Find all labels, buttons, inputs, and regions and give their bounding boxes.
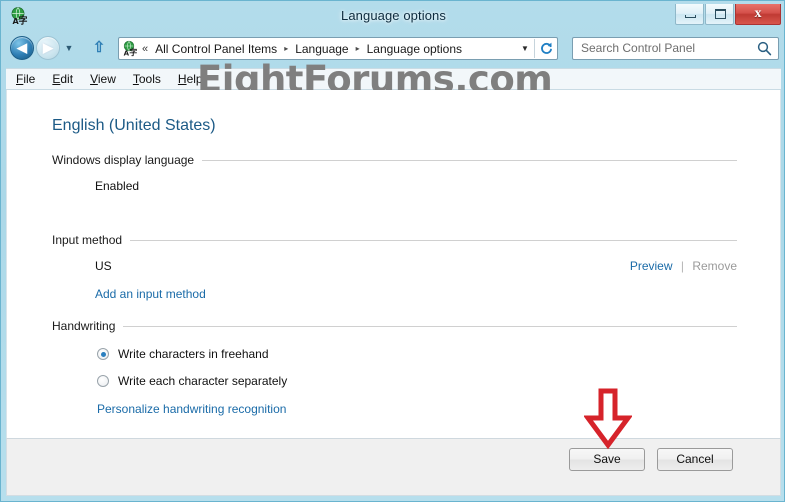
menu-label-rest: ile: [23, 72, 36, 86]
content-panel: English (United States) Windows display …: [6, 90, 781, 438]
section-title: Windows display language: [52, 153, 195, 167]
dialog-button-bar: Save Cancel: [6, 438, 781, 496]
menu-item-help[interactable]: Help: [178, 72, 203, 86]
minimize-button[interactable]: [675, 4, 704, 25]
radio-option-freehand[interactable]: Write characters in freehand: [97, 347, 737, 361]
breadcrumb-all-control-panel-items[interactable]: All Control Panel Items: [152, 40, 280, 58]
close-button[interactable]: x: [735, 4, 781, 25]
forward-arrow-icon: ▶: [43, 40, 53, 55]
section-header: Handwriting: [52, 318, 737, 334]
section-input-method: Input method US Preview | Remove Add an …: [52, 232, 737, 301]
back-arrow-icon: ◀: [17, 40, 27, 55]
breadcrumb-language-options[interactable]: Language options: [364, 40, 465, 58]
section-divider: [130, 239, 737, 241]
personalize-handwriting-row: Personalize handwriting recognition: [97, 402, 737, 416]
personalize-handwriting-link[interactable]: Personalize handwriting recognition: [97, 402, 286, 416]
input-method-name: US: [95, 259, 112, 273]
display-language-status: Enabled: [95, 179, 140, 193]
chevron-down-icon[interactable]: ▼: [516, 44, 534, 53]
search-box[interactable]: Search Control Panel: [572, 37, 779, 60]
menu-label-rest: iew: [97, 72, 116, 86]
breadcrumb-language[interactable]: Language: [292, 40, 351, 58]
back-button[interactable]: ◀: [10, 36, 34, 60]
menu-item-file[interactable]: File: [16, 72, 35, 86]
preview-link[interactable]: Preview: [630, 259, 673, 273]
title-bar: A 字 Language options x: [2, 2, 785, 30]
refresh-button[interactable]: [535, 41, 557, 56]
radio-button-separate[interactable]: [97, 375, 109, 387]
minimize-icon: [685, 15, 696, 18]
search-icon: [756, 40, 773, 57]
radio-option-separate[interactable]: Write each character separately: [97, 374, 737, 388]
input-method-actions: Preview | Remove: [630, 259, 737, 273]
radio-label-freehand: Write characters in freehand: [118, 347, 269, 361]
action-separator: |: [680, 259, 684, 273]
input-method-row: US Preview | Remove: [52, 259, 737, 275]
maximize-icon: [715, 9, 726, 19]
address-language-icon: A 字: [121, 40, 141, 57]
add-input-method-row: Add an input method: [95, 287, 737, 301]
section-title: Input method: [52, 233, 123, 247]
window-title: Language options: [341, 8, 446, 23]
cancel-button[interactable]: Cancel: [657, 448, 733, 471]
close-icon: x: [754, 6, 762, 21]
menu-item-view[interactable]: View: [90, 72, 116, 86]
window-controls: x: [674, 4, 781, 26]
menu-item-tools[interactable]: Tools: [133, 72, 161, 86]
section-header: Input method: [52, 232, 737, 248]
section-divider: [123, 325, 737, 327]
up-one-level-button[interactable]: ⇧: [90, 39, 108, 57]
svg-text:字: 字: [129, 47, 137, 57]
breadcrumb-separator-icon: ▸: [284, 44, 289, 53]
section-display-language: Windows display language Enabled: [52, 152, 737, 195]
add-input-method-link[interactable]: Add an input method: [95, 287, 206, 301]
section-divider: [202, 159, 737, 161]
section-handwriting: Handwriting Write characters in freehand…: [52, 318, 737, 416]
menu-access-key: H: [177, 72, 187, 86]
forward-button[interactable]: ▶: [36, 36, 60, 60]
remove-link: Remove: [692, 259, 737, 273]
window-frame: A 字 Language options x ◀ ▶ ▼ ⇧ A 字 « All…: [0, 0, 785, 502]
page-title: English (United States): [52, 117, 216, 134]
language-globe-icon: A 字: [9, 6, 29, 26]
recent-locations-button[interactable]: ▼: [63, 43, 75, 53]
breadcrumb-separator-icon: ▸: [355, 44, 360, 53]
menu-label-rest: dit: [60, 72, 74, 86]
menu-bar: File Edit View Tools Help: [6, 68, 781, 90]
maximize-button[interactable]: [705, 4, 734, 25]
save-button[interactable]: Save: [569, 448, 645, 471]
radio-button-freehand[interactable]: [97, 348, 109, 360]
radio-label-separate: Write each character separately: [118, 374, 288, 388]
section-title: Handwriting: [52, 319, 116, 333]
menu-label-rest: elp: [186, 72, 203, 86]
address-bar[interactable]: A 字 « All Control Panel Items ▸ Language…: [118, 37, 558, 60]
navigation-bar: ◀ ▶ ▼ ⇧ A 字 « All Control Panel Items ▸ …: [2, 32, 785, 64]
search-input[interactable]: Search Control Panel: [581, 38, 695, 59]
breadcrumb-overflow-chevron[interactable]: «: [141, 43, 152, 55]
menu-item-edit[interactable]: Edit: [52, 72, 73, 86]
menu-access-key: V: [90, 72, 98, 86]
control-panel-window: A 字 Language options x ◀ ▶ ▼ ⇧ A 字 « All…: [0, 0, 785, 502]
svg-text:字: 字: [19, 15, 28, 27]
display-language-row: Enabled: [52, 179, 737, 195]
section-header: Windows display language: [52, 152, 737, 168]
menu-label-rest: ools: [138, 72, 161, 86]
